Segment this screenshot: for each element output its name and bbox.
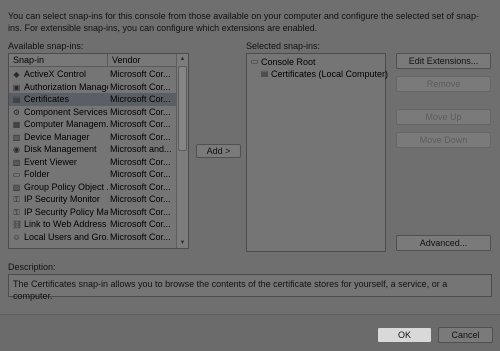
snapin-vendor: Microsoft Cor... (110, 206, 171, 217)
activex-icon: ◆ (13, 70, 20, 79)
certificates-icon: ▤ (260, 69, 269, 78)
snapin-name: Folder (24, 169, 50, 179)
group-policy-icon: ▨ (12, 182, 21, 192)
snapin-name: Disk Management (24, 144, 97, 154)
link-icon: ⛓ (12, 220, 23, 229)
console-root-folder-icon: ▭ (250, 57, 259, 66)
certificates-icon: ▤ (12, 95, 21, 104)
snapin-name: IP Security Monitor (24, 194, 100, 204)
snapin-row[interactable]: ▥ Device Manager Microsoft Cor... (9, 131, 176, 144)
snapin-row[interactable]: ▤ Certificates Microsoft Cor... (9, 93, 176, 106)
ok-button[interactable]: OK (377, 327, 432, 343)
snapin-row[interactable]: ☺ Local Users and Gro... Microsoft Cor... (9, 231, 176, 244)
description-box: The Certificates snap-in allows you to b… (8, 274, 492, 301)
move-up-button[interactable]: Move Up (396, 109, 491, 125)
ip-security-monitor-icon: ⚿ (13, 195, 20, 204)
snapin-vendor: Microsoft Cor... (110, 219, 171, 229)
remove-button[interactable]: Remove (396, 76, 491, 92)
snapin-name: Computer Managem... (24, 119, 108, 129)
selected-snapins-tree[interactable]: ▭ Console Root ▤ Certificates (Local Com… (246, 53, 389, 252)
snapin-name: Event Viewer (24, 156, 77, 167)
computer-management-icon: ▦ (12, 120, 21, 129)
component-services-icon: ⚙ (12, 107, 21, 117)
selected-snapins-label: Selected snap-ins: (246, 41, 321, 51)
snapin-name: ActiveX Control (24, 69, 87, 79)
snapin-name: Authorization Manager (24, 81, 108, 92)
authorization-icon: ▣ (12, 82, 21, 92)
snapin-vendor: Microsoft Cor... (110, 181, 171, 192)
snapin-row[interactable]: ⚿ IP Security Monitor Microsoft Cor... (9, 193, 176, 206)
vendor-column-header[interactable]: Vendor (112, 55, 141, 65)
scroll-down-icon[interactable]: ▼ (177, 238, 188, 248)
snapin-name: Link to Web Address (24, 219, 107, 229)
device-manager-icon: ▥ (12, 132, 21, 142)
list-header: Snap-in Vendor (9, 54, 176, 67)
snapin-vendor: Microsoft Cor... (110, 194, 171, 204)
event-viewer-icon: ▧ (12, 157, 21, 167)
snapin-vendor: Microsoft Cor... (110, 69, 171, 79)
snapin-vendor: Microsoft Cor... (110, 81, 171, 92)
snapin-vendor: Microsoft Cor... (110, 231, 171, 242)
snapin-vendor: Microsoft and... (110, 144, 172, 154)
snapin-name: Local Users and Gro... (24, 231, 108, 242)
ip-security-policy-icon: ⚿ (13, 207, 20, 217)
intro-text: You can select snap-ins for this console… (8, 11, 479, 33)
available-snapins-label: Available snap-ins: (8, 41, 84, 51)
snapin-name: Group Policy Object ... (24, 181, 108, 192)
snapin-vendor: Microsoft Cor... (110, 156, 171, 167)
snapin-vendor: Microsoft Cor... (110, 169, 171, 179)
snapin-row[interactable]: ⚙ Component Services Microsoft Cor... (9, 106, 176, 119)
snapin-row[interactable]: ⛓ Link to Web Address Microsoft Cor... (9, 218, 176, 231)
snapin-name: Device Manager (24, 131, 90, 142)
scroll-up-icon[interactable]: ▲ (177, 54, 188, 64)
snapin-rows: ◆ ActiveX Control Microsoft Cor... ▣ Authori… (9, 68, 176, 243)
snapin-vendor: Microsoft Cor... (110, 119, 171, 129)
snapin-vendor: Microsoft Cor... (110, 131, 171, 142)
advanced-button[interactable]: Advanced... (396, 235, 491, 251)
disk-management-icon: ◉ (13, 145, 20, 154)
snapin-row[interactable]: ▭ Folder Microsoft Cor... (9, 168, 176, 181)
tree-item-label: Certificates (Local Computer) (271, 69, 389, 79)
available-snapins-list[interactable]: Snap-in Vendor ◆ ActiveX Control Microsoft… (8, 53, 189, 249)
snapin-name: Component Services (24, 106, 108, 117)
tree-item-label: Console Root (261, 57, 316, 67)
scroll-thumb[interactable] (178, 66, 187, 151)
folder-icon: ▭ (12, 170, 21, 179)
snapin-row[interactable]: ▨ Group Policy Object ... Microsoft Cor... (9, 181, 176, 194)
snapin-name: IP Security Policy Ma... (24, 206, 108, 217)
move-down-button[interactable]: Move Down (396, 132, 491, 148)
snapin-row[interactable]: ◉ Disk Management Microsoft and... (9, 143, 176, 156)
snapin-column-header[interactable]: Snap-in (13, 55, 44, 65)
snapin-row[interactable]: ▧ Event Viewer Microsoft Cor... (9, 156, 176, 169)
snapin-row[interactable]: ⚿ IP Security Policy Ma... Microsoft Cor..… (9, 206, 176, 219)
add-button[interactable]: Add > (196, 144, 241, 158)
column-divider[interactable] (107, 54, 108, 67)
edit-extensions-button[interactable]: Edit Extensions... (396, 53, 491, 69)
snapin-vendor: Microsoft Cor... (110, 94, 171, 104)
vertical-scrollbar[interactable]: ▲ ▼ (176, 54, 188, 248)
description-label: Description: (8, 262, 56, 272)
snapin-name: Certificates (24, 94, 70, 104)
snapin-vendor: Microsoft Cor... (110, 106, 171, 117)
snapin-row[interactable]: ▣ Authorization Manager Microsoft Cor... (9, 81, 176, 94)
dialog-footer: OK Cancel (0, 314, 500, 351)
snapin-row[interactable]: ◆ ActiveX Control Microsoft Cor... (9, 68, 176, 81)
cancel-button[interactable]: Cancel (438, 327, 493, 343)
local-users-icon: ☺ (12, 232, 21, 242)
snapin-row[interactable]: ▦ Computer Managem... Microsoft Cor... (9, 118, 176, 131)
